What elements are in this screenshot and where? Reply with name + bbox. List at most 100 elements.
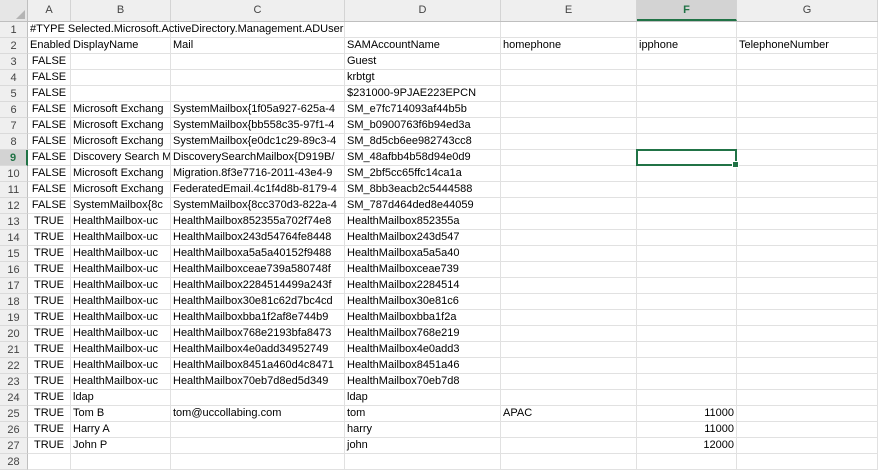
cell-e4[interactable] bbox=[501, 70, 637, 85]
cell-f17[interactable] bbox=[637, 278, 737, 293]
cell-c27[interactable] bbox=[171, 438, 345, 453]
cell-g3[interactable] bbox=[737, 54, 878, 69]
cell-e10[interactable] bbox=[501, 166, 637, 181]
cell-b10[interactable]: Microsoft Exchang bbox=[71, 166, 171, 181]
cell-g20[interactable] bbox=[737, 326, 878, 341]
cell-c15[interactable]: HealthMailboxa5a5a40152f9488 bbox=[171, 246, 345, 261]
cell-b8[interactable]: Microsoft Exchang bbox=[71, 134, 171, 149]
cell-c25[interactable]: tom@uccollabing.com bbox=[171, 406, 345, 421]
cell-b12[interactable]: SystemMailbox{8c bbox=[71, 198, 171, 213]
cell-d18[interactable]: HealthMailbox30e81c6 bbox=[345, 294, 501, 309]
cell-c18[interactable]: HealthMailbox30e81c62d7bc4cd bbox=[171, 294, 345, 309]
cell-g6[interactable] bbox=[737, 102, 878, 117]
column-header-c[interactable]: C bbox=[171, 0, 345, 21]
row-header-11[interactable]: 11 bbox=[0, 182, 28, 198]
cell-c12[interactable]: SystemMailbox{8cc370d3-822a-4 bbox=[171, 198, 345, 213]
cell-b13[interactable]: HealthMailbox-uc bbox=[71, 214, 171, 229]
cell-e23[interactable] bbox=[501, 374, 637, 389]
cell-g9[interactable] bbox=[737, 150, 878, 165]
cell-f5[interactable] bbox=[637, 86, 737, 101]
row-header-26[interactable]: 26 bbox=[0, 422, 28, 438]
cell-a27[interactable]: TRUE bbox=[28, 438, 71, 453]
cell-c13[interactable]: HealthMailbox852355a702f74e8 bbox=[171, 214, 345, 229]
cell-g11[interactable] bbox=[737, 182, 878, 197]
cell-d15[interactable]: HealthMailboxa5a5a40 bbox=[345, 246, 501, 261]
active-cell-selection[interactable] bbox=[636, 149, 739, 168]
cell-e7[interactable] bbox=[501, 118, 637, 133]
cell-e2[interactable]: homephone bbox=[501, 38, 637, 53]
cell-a22[interactable]: TRUE bbox=[28, 358, 71, 373]
cell-d12[interactable]: SM_787d464ded8e44059 bbox=[345, 198, 501, 213]
cell-b24[interactable]: ldap bbox=[71, 390, 171, 405]
cell-e12[interactable] bbox=[501, 198, 637, 213]
cell-a19[interactable]: TRUE bbox=[28, 310, 71, 325]
cell-e9[interactable] bbox=[501, 150, 637, 165]
cell-g1[interactable] bbox=[737, 22, 878, 37]
cell-e25[interactable]: APAC bbox=[501, 406, 637, 421]
cell-a7[interactable]: FALSE bbox=[28, 118, 71, 133]
cell-e6[interactable] bbox=[501, 102, 637, 117]
cell-a23[interactable]: TRUE bbox=[28, 374, 71, 389]
cell-g15[interactable] bbox=[737, 246, 878, 261]
cell-c6[interactable]: SystemMailbox{1f05a927-625a-4 bbox=[171, 102, 345, 117]
cell-f6[interactable] bbox=[637, 102, 737, 117]
row-header-4[interactable]: 4 bbox=[0, 70, 28, 86]
cell-e11[interactable] bbox=[501, 182, 637, 197]
cell-g5[interactable] bbox=[737, 86, 878, 101]
row-header-8[interactable]: 8 bbox=[0, 134, 28, 150]
cell-b26[interactable]: Harry A bbox=[71, 422, 171, 437]
cell-d4[interactable]: krbtgt bbox=[345, 70, 501, 85]
cell-e17[interactable] bbox=[501, 278, 637, 293]
cell-b17[interactable]: HealthMailbox-uc bbox=[71, 278, 171, 293]
row-header-12[interactable]: 12 bbox=[0, 198, 28, 214]
cell-a11[interactable]: FALSE bbox=[28, 182, 71, 197]
cell-c16[interactable]: HealthMailboxceae739a580748f bbox=[171, 262, 345, 277]
cell-f10[interactable] bbox=[637, 166, 737, 181]
cell-f3[interactable] bbox=[637, 54, 737, 69]
cell-a8[interactable]: FALSE bbox=[28, 134, 71, 149]
cell-g19[interactable] bbox=[737, 310, 878, 325]
cell-b20[interactable]: HealthMailbox-uc bbox=[71, 326, 171, 341]
cell-g17[interactable] bbox=[737, 278, 878, 293]
cell-c14[interactable]: HealthMailbox243d54764fe8448 bbox=[171, 230, 345, 245]
row-header-7[interactable]: 7 bbox=[0, 118, 28, 134]
cell-c20[interactable]: HealthMailbox768e2193bfa8473 bbox=[171, 326, 345, 341]
cell-f27[interactable]: 12000 bbox=[637, 438, 737, 453]
column-header-d[interactable]: D bbox=[345, 0, 501, 21]
cell-g2[interactable]: TelephoneNumber bbox=[737, 38, 878, 53]
cell-a25[interactable]: TRUE bbox=[28, 406, 71, 421]
cell-e27[interactable] bbox=[501, 438, 637, 453]
cell-e13[interactable] bbox=[501, 214, 637, 229]
cell-g23[interactable] bbox=[737, 374, 878, 389]
cell-f18[interactable] bbox=[637, 294, 737, 309]
cell-a1[interactable]: #TYPE Selected.Microsoft.ActiveDirectory… bbox=[28, 22, 343, 37]
cell-a10[interactable]: FALSE bbox=[28, 166, 71, 181]
column-header-b[interactable]: B bbox=[71, 0, 171, 21]
row-header-21[interactable]: 21 bbox=[0, 342, 28, 358]
cell-d5[interactable]: $231000-9PJAE223EPCN bbox=[345, 86, 501, 101]
cell-c5[interactable] bbox=[171, 86, 345, 101]
cell-g16[interactable] bbox=[737, 262, 878, 277]
cell-a24[interactable]: TRUE bbox=[28, 390, 71, 405]
column-header-a[interactable]: A bbox=[28, 0, 71, 21]
cell-d8[interactable]: SM_8d5cb6ee982743cc8 bbox=[345, 134, 501, 149]
cell-d2[interactable]: SAMAccountName bbox=[345, 38, 501, 53]
cell-e8[interactable] bbox=[501, 134, 637, 149]
cell-f7[interactable] bbox=[637, 118, 737, 133]
cell-e24[interactable] bbox=[501, 390, 637, 405]
cell-a3[interactable]: FALSE bbox=[28, 54, 71, 69]
row-header-16[interactable]: 16 bbox=[0, 262, 28, 278]
cell-g10[interactable] bbox=[737, 166, 878, 181]
column-header-e[interactable]: E bbox=[501, 0, 637, 21]
cell-f26[interactable]: 11000 bbox=[637, 422, 737, 437]
cell-d14[interactable]: HealthMailbox243d547 bbox=[345, 230, 501, 245]
cell-b2[interactable]: DisplayName bbox=[71, 38, 171, 53]
spreadsheet-grid[interactable]: ABCDEFG 1 #TYPE Selected.Microsoft.Active… bbox=[0, 0, 878, 472]
cell-b14[interactable]: HealthMailbox-uc bbox=[71, 230, 171, 245]
row-header-10[interactable]: 10 bbox=[0, 166, 28, 182]
cell-b23[interactable]: HealthMailbox-uc bbox=[71, 374, 171, 389]
cell-d9[interactable]: SM_48afbb4b58d94e0d9 bbox=[345, 150, 501, 165]
cell-b5[interactable] bbox=[71, 86, 171, 101]
cell-g24[interactable] bbox=[737, 390, 878, 405]
cell-c11[interactable]: FederatedEmail.4c1f4d8b-8179-4 bbox=[171, 182, 345, 197]
